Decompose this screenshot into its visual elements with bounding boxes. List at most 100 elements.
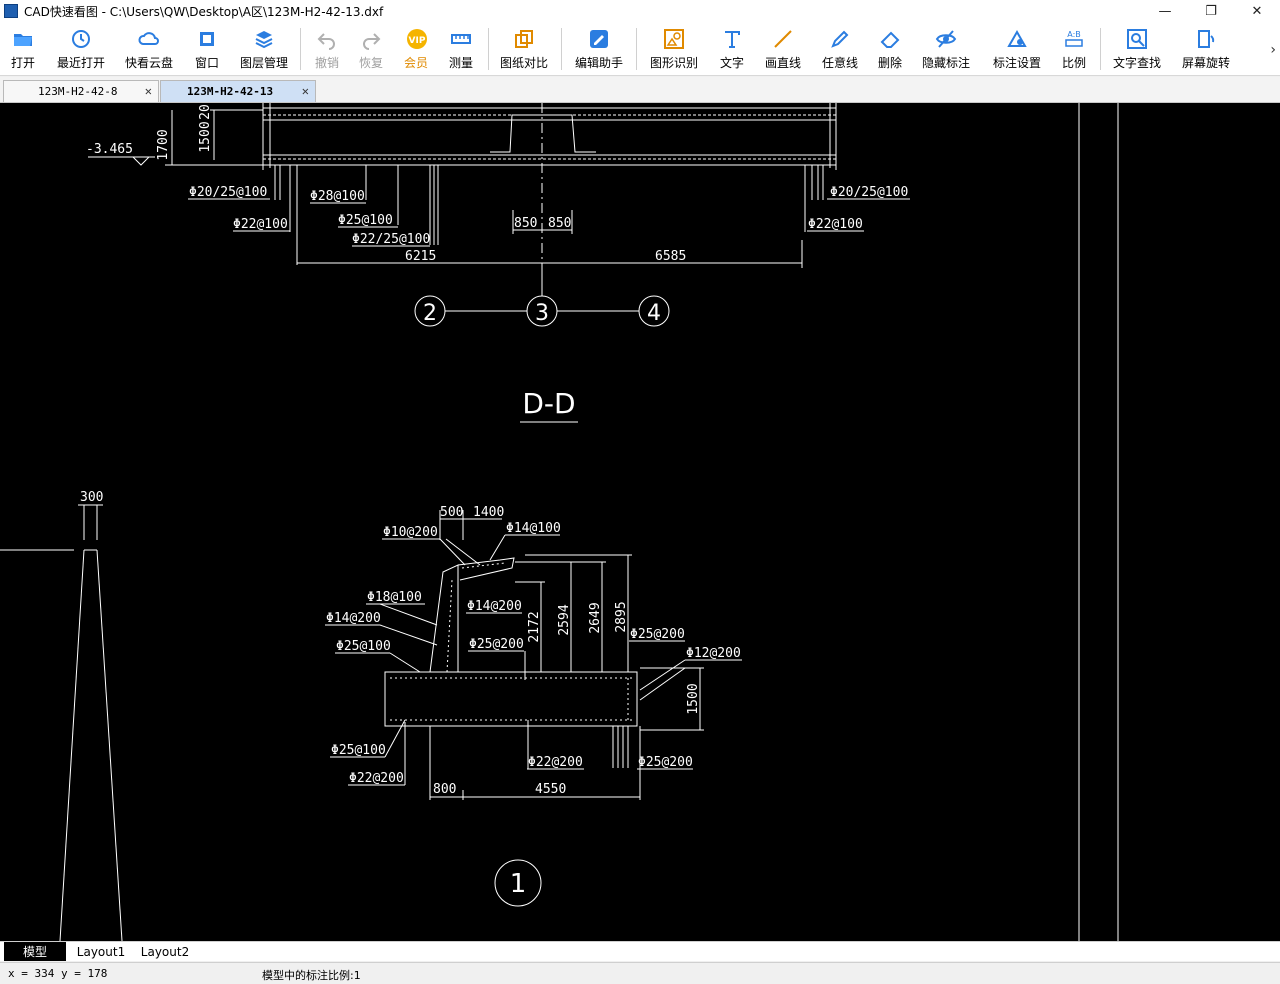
toolbar-divider xyxy=(1100,28,1101,70)
rotate-screen-button[interactable]: 屏幕旋转 xyxy=(1178,26,1234,74)
layout-tab-layout1[interactable]: Layout1 xyxy=(70,942,132,961)
line-button[interactable]: 画直线 xyxy=(760,26,806,74)
dimension-scale-text: 模型中的标注比例:1 xyxy=(262,969,361,982)
status-bar: x = 334 y = 178 模型中的标注比例:1 xyxy=(0,962,1280,984)
main-toolbar: 打开 最近打开 快看云盘 窗口 图层管理 撤销 恢复 VIP 会员 测量 图纸对… xyxy=(0,22,1280,76)
doc-tab-label: 123M-H2-42-8 xyxy=(38,85,118,98)
redo-icon xyxy=(360,28,382,50)
drawing-canvas[interactable]: -3.465 1700 1500 20 Φ20/25@100 Φ22@100 Φ… xyxy=(0,103,1280,941)
recent-button[interactable]: 最近打开 xyxy=(50,26,112,74)
text-search-button[interactable]: 文字查找 xyxy=(1108,26,1166,74)
folder-open-icon xyxy=(12,28,34,50)
edit-helper-label: 编辑助手 xyxy=(574,56,623,70)
edit-helper-icon xyxy=(588,28,610,50)
restore-button[interactable]: ❐ xyxy=(1188,0,1234,22)
rebar-label: Φ20/25@100 xyxy=(189,185,267,200)
title-bar: CAD快速看图 - C:\Users\QW\Desktop\A区\123M-H2… xyxy=(0,0,1280,22)
rebar-label: Φ22@100 xyxy=(808,217,863,232)
rebar-label: Φ22@100 xyxy=(233,217,288,232)
doc-tab-123m-h2-42-8[interactable]: 123M-H2-42-8 ✕ xyxy=(3,80,159,102)
rebar-label: Φ28@100 xyxy=(310,189,365,204)
window-label: 窗口 xyxy=(194,56,219,70)
rebar-label: Φ14@200 xyxy=(467,599,522,614)
layout-tab-model[interactable]: 模型 xyxy=(4,942,66,961)
dim-6215-label: 6215 xyxy=(405,249,436,264)
toolbar-divider xyxy=(636,28,637,70)
elevation-label: -3.465 xyxy=(86,142,133,157)
rotate-screen-label: 屏幕旋转 xyxy=(1181,56,1230,70)
doc-tab-label: 123M-H2-42-13 xyxy=(187,85,274,98)
scale-icon: A:B xyxy=(1063,28,1085,50)
close-button[interactable]: ✕ xyxy=(1234,0,1280,22)
dimension-settings-button[interactable]: 标注设置 xyxy=(988,26,1046,74)
dimension-settings-icon xyxy=(1006,28,1028,50)
open-label: 打开 xyxy=(10,56,35,70)
dim-4550-label: 4550 xyxy=(535,782,566,797)
shape-recognize-icon xyxy=(663,28,685,50)
compare-button[interactable]: 图纸对比 xyxy=(494,26,554,74)
dim-2172-label: 2172 xyxy=(527,611,542,642)
redo-button[interactable]: 恢复 xyxy=(352,26,390,74)
window-title: CAD快速看图 - C:\Users\QW\Desktop\A区\123M-H2… xyxy=(24,4,384,19)
dimension-settings-label: 标注设置 xyxy=(992,56,1041,70)
freehand-button[interactable]: 任意线 xyxy=(818,26,862,74)
ruler-icon xyxy=(450,28,472,50)
layout-tab-layout2[interactable]: Layout2 xyxy=(134,942,196,961)
rebar-label: Φ22/25@100 xyxy=(352,232,430,247)
compare-icon xyxy=(513,28,535,50)
hide-dimension-button[interactable]: 隐藏标注 xyxy=(918,26,974,74)
vip-button[interactable]: VIP 会员 xyxy=(396,26,436,74)
dim-20-label: 20 xyxy=(198,104,213,120)
cloud-button[interactable]: 快看云盘 xyxy=(120,26,178,74)
dim-1500-label: 1500 xyxy=(686,683,701,714)
dim-500-label: 500 xyxy=(440,505,463,520)
rebar-label: Φ12@200 xyxy=(686,646,741,661)
open-button[interactable]: 打开 xyxy=(4,26,42,74)
layers-button[interactable]: 图层管理 xyxy=(234,26,294,74)
rebar-label: Φ20/25@100 xyxy=(830,185,908,200)
rebar-label: Φ22@200 xyxy=(349,771,404,786)
dim-1400-label: 1400 xyxy=(473,505,504,520)
undo-button[interactable]: 撤销 xyxy=(308,26,346,74)
toolbar-divider xyxy=(300,28,301,70)
close-icon[interactable]: ✕ xyxy=(302,84,309,98)
rebar-label: Φ25@100 xyxy=(331,743,386,758)
toolbar-more-chevron-icon[interactable]: › xyxy=(1270,42,1276,58)
cloud-label: 快看云盘 xyxy=(124,56,173,70)
document-tab-bar: 123M-H2-42-8 ✕ 123M-H2-42-13 ✕ xyxy=(0,77,1280,103)
scale-button[interactable]: A:B 比例 xyxy=(1056,26,1092,74)
app-logo-icon xyxy=(4,4,18,18)
rebar-label: Φ14@200 xyxy=(326,611,381,626)
scale-label: 比例 xyxy=(1061,56,1086,70)
text-search-icon xyxy=(1126,28,1148,50)
rebar-label: Φ25@100 xyxy=(336,639,391,654)
dim-2649-label: 2649 xyxy=(588,602,603,633)
line-label: 画直线 xyxy=(764,56,801,70)
rotate-screen-icon xyxy=(1195,28,1217,50)
text-icon xyxy=(721,28,743,50)
dim-1500-label: 1500 xyxy=(198,121,213,152)
dim-800-label: 800 xyxy=(433,782,456,797)
svg-text:A:B: A:B xyxy=(1067,30,1081,39)
text-button[interactable]: 文字 xyxy=(714,26,750,74)
measure-button[interactable]: 测量 xyxy=(442,26,480,74)
axis-3-label: 3 xyxy=(535,301,549,326)
minimize-button[interactable]: — xyxy=(1142,0,1188,22)
close-icon[interactable]: ✕ xyxy=(145,84,152,98)
rebar-label: Φ22@200 xyxy=(528,755,583,770)
freehand-label: 任意线 xyxy=(821,56,858,70)
undo-icon xyxy=(316,28,338,50)
rebar-label: Φ18@100 xyxy=(367,590,422,605)
edit-helper-button[interactable]: 编辑助手 xyxy=(568,26,630,74)
retaining-wall-section xyxy=(325,510,742,907)
axis-2-label: 2 xyxy=(423,301,437,326)
window-button[interactable]: 窗口 xyxy=(188,26,226,74)
bottom-section-labels: 500 1400 Φ10@200 Φ14@100 Φ18@100 Φ14@200… xyxy=(326,505,741,899)
top-section-labels: -3.465 1700 1500 20 Φ20/25@100 Φ22@100 Φ… xyxy=(86,104,908,326)
line-icon xyxy=(772,28,794,50)
vip-badge-text: VIP xyxy=(409,36,426,46)
shape-recognize-button[interactable]: 图形识别 xyxy=(644,26,704,74)
doc-tab-123m-h2-42-13[interactable]: 123M-H2-42-13 ✕ xyxy=(160,80,316,102)
delete-button[interactable]: 删除 xyxy=(872,26,908,74)
rebar-label: Φ25@200 xyxy=(630,627,685,642)
